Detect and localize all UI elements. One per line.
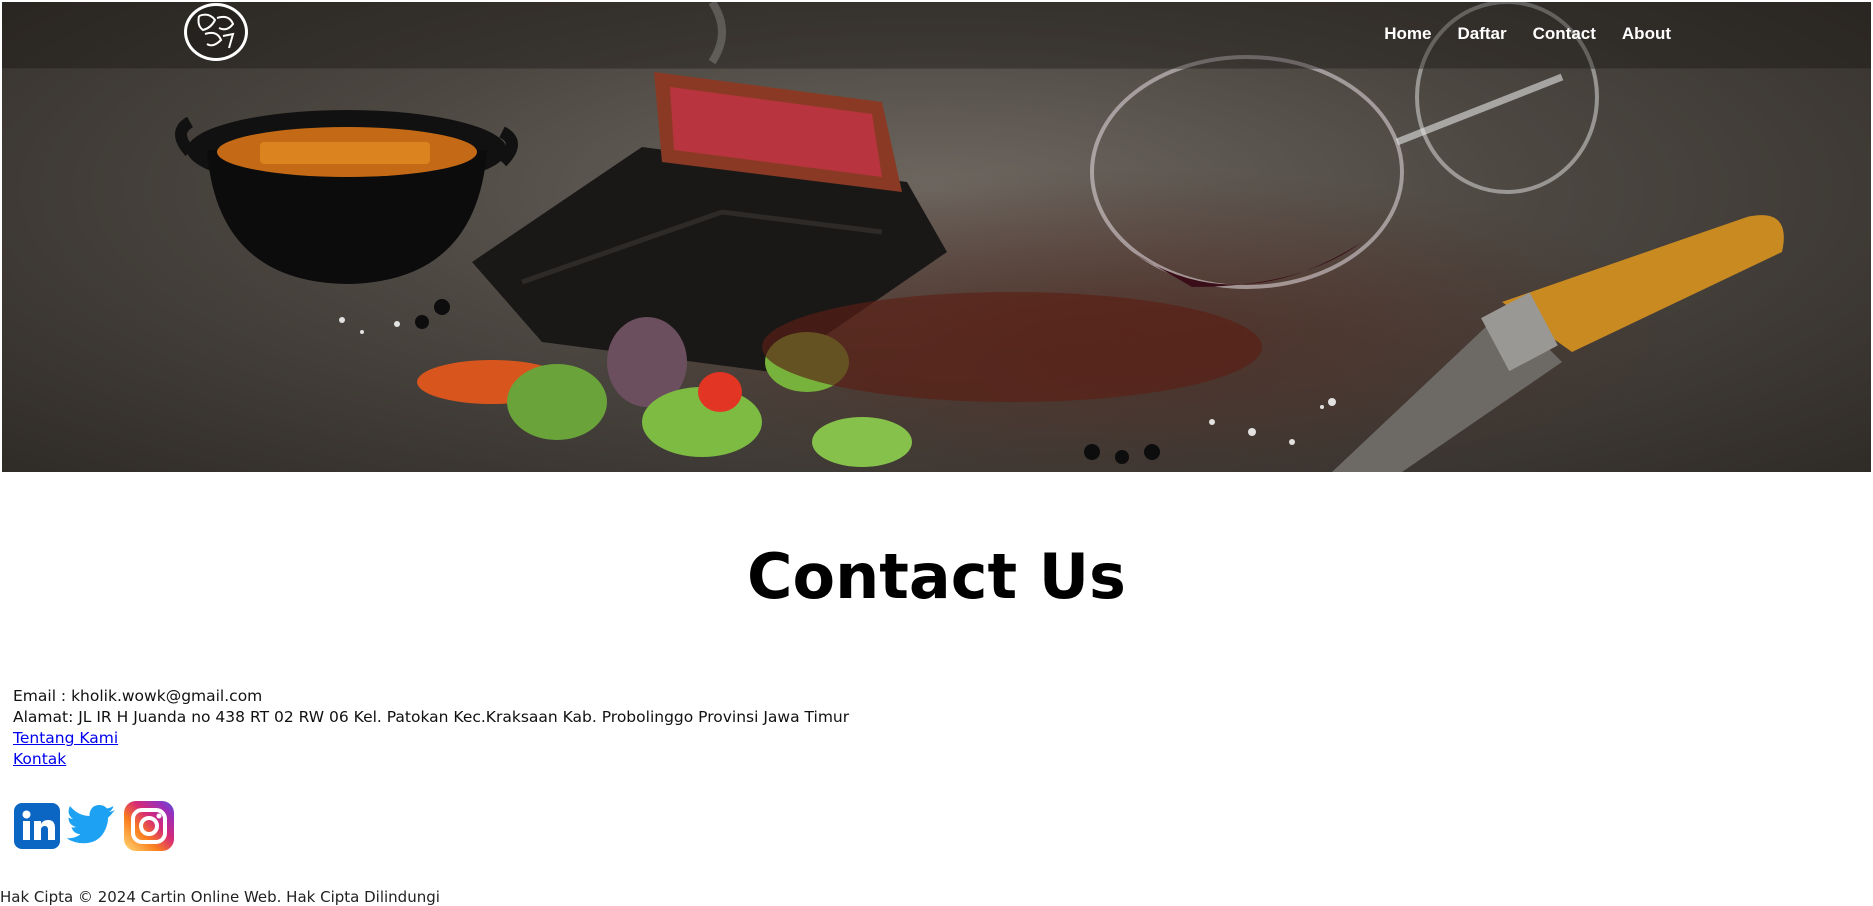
address-text: Alamat: JL IR H Juanda no 438 RT 02 RW 0…	[13, 708, 850, 726]
tentang-kami-link[interactable]: Tentang Kami	[13, 729, 118, 747]
nav-contact-link[interactable]: Contact	[1533, 24, 1596, 44]
nav-home-link[interactable]: Home	[1384, 24, 1431, 44]
contact-info: Email : kholik.wowk@gmail.com Alamat: JL…	[13, 686, 849, 770]
social-links	[13, 800, 175, 852]
nav-daftar-link[interactable]: Daftar	[1458, 24, 1507, 44]
footer-copyright: Hak Cipta © 2024 Cartin Online Web. Hak …	[0, 888, 440, 906]
kontak-link[interactable]: Kontak	[13, 750, 66, 768]
hero-food-image	[175, 2, 1784, 472]
instagram-icon[interactable]	[123, 800, 175, 852]
main-nav: Home Daftar Contact About	[1384, 24, 1671, 44]
nav-about-link[interactable]: About	[1622, 24, 1671, 44]
top-navbar: Home Daftar Contact About	[2, 2, 1871, 69]
email-text: Email : kholik.wowk@gmail.com	[13, 687, 263, 705]
logo-mark-icon	[197, 13, 235, 49]
linkedin-icon[interactable]	[13, 802, 61, 850]
hero-banner: Home Daftar Contact About	[2, 2, 1871, 472]
page-title: Contact Us	[747, 540, 1126, 613]
twitter-icon[interactable]	[67, 802, 117, 850]
site-logo[interactable]	[184, 3, 248, 61]
